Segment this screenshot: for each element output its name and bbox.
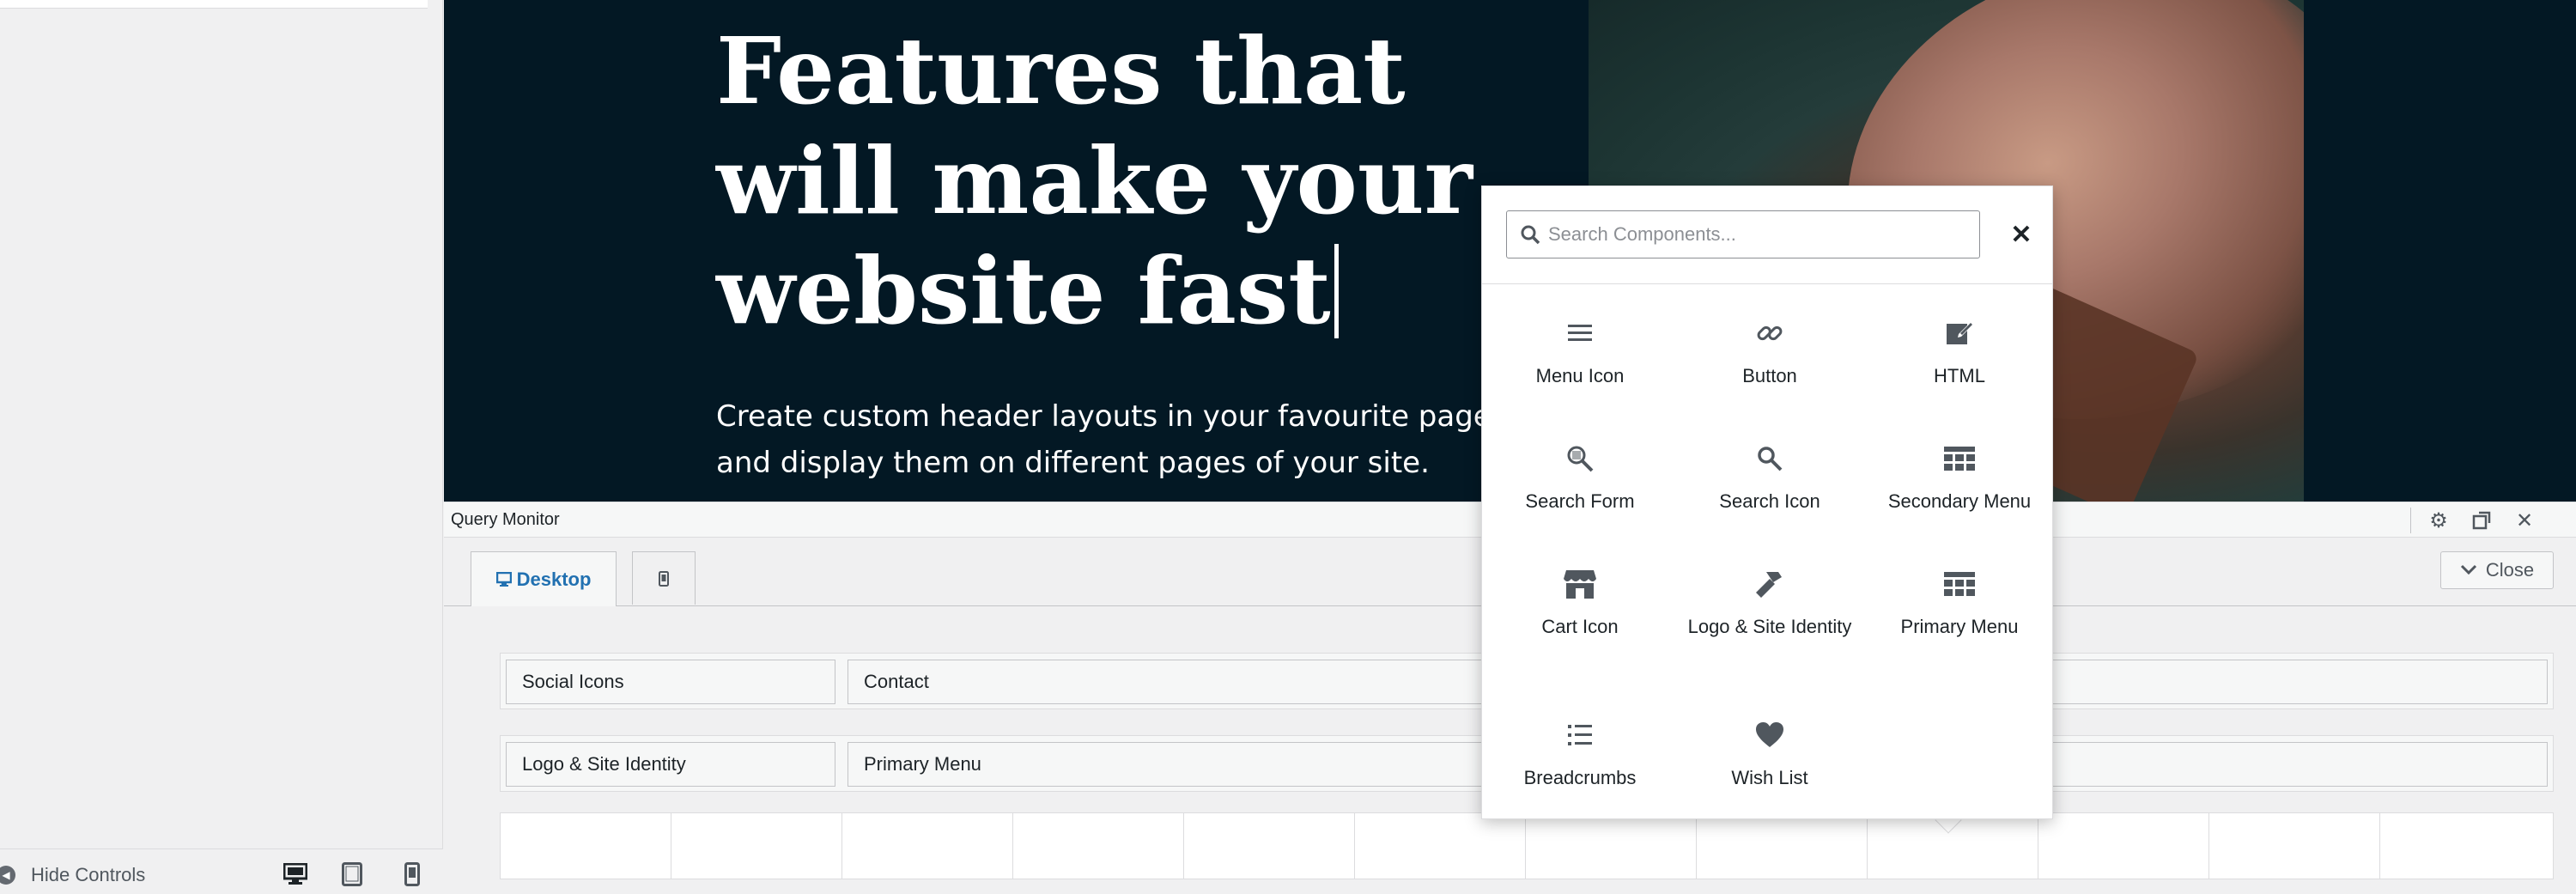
hero-subtitle: Create custom header layouts in your fav… xyxy=(716,393,1540,486)
mobile-icon xyxy=(404,862,420,886)
chevron-down-icon xyxy=(2460,561,2477,581)
component-label: Wish List xyxy=(1731,767,1808,788)
mobile-icon xyxy=(659,570,669,587)
list-icon xyxy=(1485,715,1674,755)
close-icon[interactable]: ✕ xyxy=(2006,219,2037,250)
tab-mobile[interactable] xyxy=(632,551,696,605)
grid-cell[interactable] xyxy=(2038,813,2209,879)
component-label: Breadcrumbs xyxy=(1523,767,1637,788)
grid-cell[interactable] xyxy=(501,813,671,879)
slot-primary-menu[interactable]: Primary Menu xyxy=(848,742,1500,787)
slot-social-icons[interactable]: Social Icons xyxy=(506,660,835,704)
grid-cell[interactable] xyxy=(2209,813,2380,879)
qm-divider xyxy=(2410,508,2411,533)
tablet-preview-button[interactable] xyxy=(337,859,368,890)
component-label: Search Form xyxy=(1525,490,1635,512)
tab-desktop[interactable]: Desktop xyxy=(471,551,617,606)
link-icon xyxy=(1675,313,1864,353)
hero-subtitle-line1: Create custom header layouts in your fav… xyxy=(716,399,1538,434)
search-components-input[interactable] xyxy=(1548,213,1978,256)
heart-icon xyxy=(1675,715,1864,755)
component-wish-list[interactable]: Wish List xyxy=(1675,715,1864,791)
collapse-arrow-icon: ◀ xyxy=(0,866,15,885)
slot-logo-site-identity[interactable]: Logo & Site Identity xyxy=(506,742,835,787)
component-label: Secondary Menu xyxy=(1887,490,2032,512)
component-picker: ✕ Menu Icon Button HTML Search Form Sear… xyxy=(1481,185,2053,819)
component-label: Cart Icon xyxy=(1541,616,1619,637)
header-row-bottom xyxy=(500,812,2554,879)
store-icon xyxy=(1485,564,1674,604)
edit-icon xyxy=(1865,313,2054,353)
tablet-icon xyxy=(342,862,362,886)
component-search-form[interactable]: Search Form xyxy=(1485,439,1674,514)
menu-grid-icon xyxy=(1865,439,2054,478)
desktop-preview-button[interactable] xyxy=(280,859,311,890)
query-monitor-title: Query Monitor xyxy=(451,510,560,529)
close-builder-label: Close xyxy=(2485,559,2535,581)
component-breadcrumbs[interactable]: Breadcrumbs xyxy=(1485,715,1674,791)
slot-contact[interactable]: Contact xyxy=(848,660,1500,704)
desktop-icon xyxy=(283,863,307,885)
menu-icon xyxy=(1485,313,1674,353)
component-label: HTML xyxy=(1934,365,1985,386)
grid-cell[interactable] xyxy=(1013,813,1184,879)
hide-controls-button[interactable]: ◀ Hide Controls xyxy=(0,863,145,887)
component-secondary-menu[interactable]: Secondary Menu xyxy=(1865,439,2054,514)
component-logo-site-identity[interactable]: Logo & Site Identity xyxy=(1675,564,1864,640)
search-box xyxy=(1506,210,1980,258)
mobile-preview-button[interactable] xyxy=(397,859,428,890)
hide-controls-label: Hide Controls xyxy=(31,864,146,885)
close-icon[interactable]: ✕ xyxy=(2513,509,2536,532)
hero-subtitle-line2: and display them on different pages of y… xyxy=(716,446,1430,480)
search-icon xyxy=(1517,224,1543,245)
desktop-icon xyxy=(495,571,512,587)
sidebar-panel xyxy=(0,0,428,9)
component-primary-menu[interactable]: Primary Menu xyxy=(1865,564,2054,640)
close-builder-button[interactable]: Close xyxy=(2440,551,2554,589)
grid-cell[interactable] xyxy=(1697,813,1868,879)
hammer-icon xyxy=(1675,564,1864,604)
grid-cell[interactable] xyxy=(1355,813,1526,879)
text-caret xyxy=(1334,244,1339,338)
grid-cell[interactable] xyxy=(671,813,842,879)
component-label: Button xyxy=(1742,365,1797,386)
dock-toggle-icon[interactable] xyxy=(2470,509,2493,532)
tab-desktop-label: Desktop xyxy=(516,568,592,590)
hero-title[interactable]: Features that will make your website fas… xyxy=(716,17,1558,347)
component-label: Menu Icon xyxy=(1535,365,1625,386)
grid-cell[interactable] xyxy=(1184,813,1355,879)
component-html[interactable]: HTML xyxy=(1865,313,2054,389)
component-cart-icon[interactable]: Cart Icon xyxy=(1485,564,1674,640)
grid-cell[interactable] xyxy=(1526,813,1697,879)
hero-title-text: Features that will make your website fas… xyxy=(716,18,1473,345)
picker-header: ✕ xyxy=(1482,186,2052,284)
gear-icon[interactable]: ⚙ xyxy=(2427,509,2450,532)
component-label: Logo & Site Identity xyxy=(1687,616,1852,637)
search-form-icon xyxy=(1485,439,1674,478)
component-menu-icon[interactable]: Menu Icon xyxy=(1485,313,1674,389)
component-search-icon[interactable]: Search Icon xyxy=(1675,439,1864,514)
component-button[interactable]: Button xyxy=(1675,313,1864,389)
grid-cell[interactable] xyxy=(842,813,1013,879)
component-label: Primary Menu xyxy=(1900,616,2019,637)
search-icon xyxy=(1675,439,1864,478)
menu-grid-icon xyxy=(1865,564,2054,604)
customizer-sidebar: ◀ Hide Controls xyxy=(0,0,443,894)
component-label: Search Icon xyxy=(1719,490,1820,512)
